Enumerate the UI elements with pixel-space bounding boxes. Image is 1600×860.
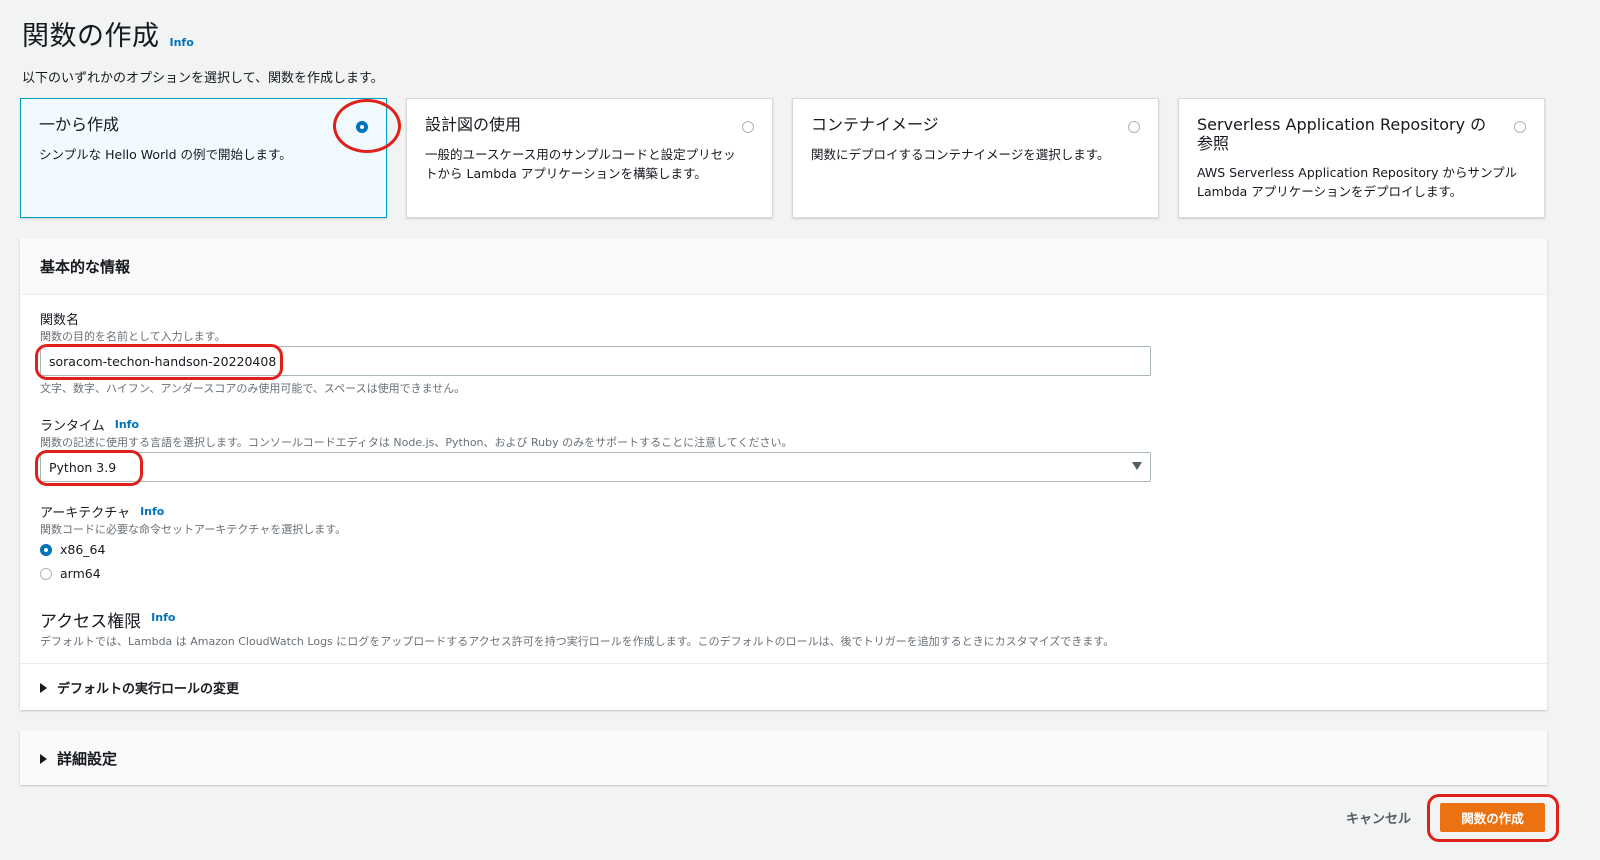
option-serverless-app-repo[interactable]: Serverless Application Repository の参照 AW…: [1178, 98, 1545, 218]
option-description: AWS Serverless Application Repository から…: [1197, 165, 1518, 199]
page-title: 関数の作成: [22, 21, 160, 52]
page-header: 関数の作成 Info 以下のいずれかのオプションを選択して、関数を作成します。: [22, 14, 384, 86]
advanced-settings-label: 詳細設定: [57, 750, 118, 768]
option-container-image[interactable]: コンテナイメージ 関数にデプロイするコンテナイメージを選択します。: [792, 98, 1159, 218]
caret-right-icon: [40, 753, 47, 764]
option-use-blueprint[interactable]: 設計図の使用 一般的ユースケース用のサンプルコードと設定プリセットから Lamb…: [406, 98, 773, 218]
permissions-title-text: アクセス権限: [40, 612, 142, 632]
create-function-button[interactable]: 関数の作成: [1440, 803, 1545, 832]
function-name-label: 関数名: [40, 309, 79, 328]
caret-down-icon: [1132, 462, 1142, 470]
architecture-label-text: アーキテクチャ: [40, 506, 131, 521]
function-name-description: 関数の目的を名前として入力します。: [40, 330, 226, 343]
cancel-button[interactable]: キャンセル: [1346, 808, 1411, 827]
basic-info-panel: 基本的な情報 関数名 関数の目的を名前として入力します。 文字、数字、ハイフン、…: [20, 238, 1547, 710]
option-radio[interactable]: [1514, 121, 1526, 133]
advanced-settings-expander[interactable]: 詳細設定: [40, 748, 117, 769]
permissions-info-link[interactable]: Info: [151, 611, 175, 624]
permissions-description: デフォルトでは、Lambda は Amazon CloudWatch Logs …: [40, 635, 1115, 648]
caret-right-icon: [40, 682, 47, 693]
option-title: 設計図の使用: [425, 115, 522, 134]
option-author-from-scratch[interactable]: 一から作成 シンプルな Hello World の例で開始します。: [20, 98, 387, 218]
function-name-input[interactable]: [40, 346, 1151, 376]
architecture-option-arm64[interactable]: arm64: [40, 566, 101, 581]
runtime-select[interactable]: Python 3.9: [40, 452, 1151, 482]
radio-unchecked[interactable]: [40, 567, 52, 580]
advanced-settings-panel: 詳細設定: [20, 730, 1547, 785]
page-subtitle: 以下のいずれかのオプションを選択して、関数を作成します。: [22, 71, 384, 86]
runtime-info-link[interactable]: Info: [115, 418, 139, 431]
option-radio[interactable]: [1128, 121, 1140, 133]
option-radio[interactable]: [742, 121, 754, 133]
option-title: 一から作成: [39, 115, 120, 134]
function-name-label-text: 関数名: [40, 313, 80, 328]
title-info-link[interactable]: Info: [170, 36, 194, 49]
default-role-expander[interactable]: デフォルトの実行ロールの変更: [40, 678, 239, 697]
function-name-hint: 文字、数字、ハイフン、アンダースコアのみ使用可能で、スペースは使用できません。: [40, 382, 466, 395]
option-description: シンプルな Hello World の例で開始します。: [39, 147, 292, 162]
option-description: 関数にデプロイするコンテナイメージを選択します。: [811, 147, 1110, 162]
radio-checked[interactable]: [40, 543, 52, 556]
option-radio-checked[interactable]: [356, 121, 368, 133]
architecture-option-label: x86_64: [60, 542, 106, 557]
divider: [20, 663, 1547, 664]
title-row: 関数の作成 Info: [22, 14, 384, 53]
lambda-create-function-page: 関数の作成 Info 以下のいずれかのオプションを選択して、関数を作成します。 …: [0, 0, 1600, 860]
default-role-expander-label: デフォルトの実行ロールの変更: [57, 682, 240, 697]
architecture-info-link[interactable]: Info: [140, 505, 164, 518]
option-title: コンテナイメージ: [811, 115, 939, 134]
architecture-label: アーキテクチャ Info: [40, 502, 164, 521]
runtime-label-text: ランタイム: [40, 419, 105, 434]
architecture-option-label: arm64: [60, 566, 101, 581]
basic-info-header: 基本的な情報: [20, 238, 1547, 295]
runtime-selected-value: Python 3.9: [49, 459, 117, 475]
option-description: 一般的ユースケース用のサンプルコードと設定プリセットから Lambda アプリケ…: [425, 147, 736, 181]
permissions-title: アクセス権限 Info: [40, 607, 175, 632]
option-title: Serverless Application Repository の参照: [1197, 115, 1487, 153]
architecture-description: 関数コードに必要な命令セットアーキテクチャを選択します。: [40, 523, 347, 536]
runtime-description: 関数の記述に使用する言語を選択します。コンソールコードエディタは Node.js…: [40, 436, 793, 449]
runtime-label: ランタイム Info: [40, 415, 139, 434]
architecture-option-x86[interactable]: x86_64: [40, 542, 105, 557]
